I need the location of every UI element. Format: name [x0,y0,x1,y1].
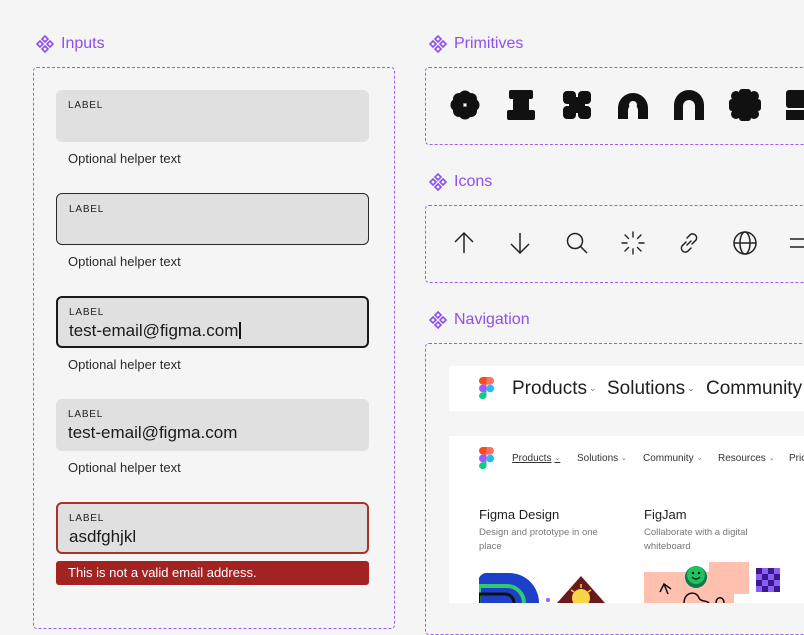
chevron-down-icon: ⌄ [768,455,775,462]
helper-text: Optional helper text [68,460,181,475]
text-field-focused[interactable]: LABEL test-email@figma.com [56,296,369,348]
arch-shape [674,90,704,120]
chevron-down-icon: ⌄ [621,455,628,462]
chevron-down-icon: ⌄ [696,455,703,462]
arrow-up-icon [454,231,474,253]
block-shape [786,90,804,120]
globe-icon [733,231,757,255]
nav-small-community[interactable]: Community ⌄ [643,453,702,464]
nav-label: Community [706,378,803,399]
flower-shape [450,90,480,120]
chevron-down-icon: ⌄ [588,383,597,393]
field-value: test-email@figma.com [69,321,239,340]
field-label: LABEL [68,100,104,111]
component-icon [428,310,448,330]
nav-label: Solutions [577,453,619,464]
product-title[interactable]: FigJam [644,507,687,522]
figma-logo-icon [479,447,494,470]
field-label: LABEL [69,307,105,318]
component-icon [428,34,448,54]
pillar-shape [507,90,535,120]
text-field-error[interactable]: LABEL asdfghjkl [56,502,369,554]
nav-label: Solutions [607,378,686,399]
component-icon [35,34,55,54]
navigation-section-title: Navigation [428,310,530,330]
section-label: Icons [454,173,493,190]
figma-logo-icon [479,377,494,400]
helper-text: Optional helper text [68,151,181,166]
nav-label: Resources [718,453,766,464]
field-label: LABEL [69,204,105,215]
section-label: Inputs [61,35,105,52]
search-icon [566,232,588,254]
section-label: Navigation [454,311,530,328]
quatrefoil-shape [563,91,591,119]
menu-icon [790,238,804,248]
product-title[interactable]: Figma Design [479,507,559,522]
nav-small-solutions[interactable]: Solutions ⌄ [577,453,627,464]
chevron-down-icon: ⌄ [554,455,561,462]
loading-icon [621,231,645,255]
field-value: test-email@figma.com [68,423,238,442]
arrow-down-icon [510,233,530,255]
inputs-section-title: Inputs [35,34,105,54]
nav-label: Products [512,378,587,399]
helper-text: Optional helper text [68,254,181,269]
field-label: LABEL [69,513,105,524]
field-value: asdfghjkl [69,527,137,546]
nav-small-products[interactable]: Products ⌄ [512,453,560,464]
section-label: Primitives [454,35,524,52]
component-icon [428,172,448,192]
product-description: Collaborate with a digital whiteboard [644,527,748,552]
nav-label: Products [512,453,552,464]
text-caret [239,322,241,339]
nav-label: Community [643,453,694,464]
figjam-illustration [644,562,780,603]
link-icon [680,233,698,253]
field-value-wrap: test-email@figma.com [69,321,241,341]
chevron-down-icon: ⌄ [687,383,695,393]
icons-section-title: Icons [428,172,492,192]
nav-solutions[interactable]: Solutions ⌄ [607,378,695,400]
helper-text: Optional helper text [68,357,181,372]
error-message: This is not a valid email address. [56,561,369,585]
text-field-outline[interactable]: LABEL [56,193,369,245]
nav-label: Pric [789,453,804,464]
product-description: Design and prototype in one place [479,527,598,552]
field-label: LABEL [68,409,104,420]
nav-small-resources[interactable]: Resources ⌄ [718,453,775,464]
nav-products[interactable]: Products ⌄ [512,378,597,400]
figma-design-illustration [479,572,605,603]
dome-shape [618,93,648,119]
text-field-filled[interactable]: LABEL test-email@figma.com [56,399,369,451]
cross-shape [729,89,761,121]
nav-small-pricing[interactable]: Pric [789,453,804,464]
primitives-section-title: Primitives [428,34,523,54]
text-field-default[interactable]: LABEL [56,90,369,142]
nav-community[interactable]: Community⌄ [706,378,804,400]
